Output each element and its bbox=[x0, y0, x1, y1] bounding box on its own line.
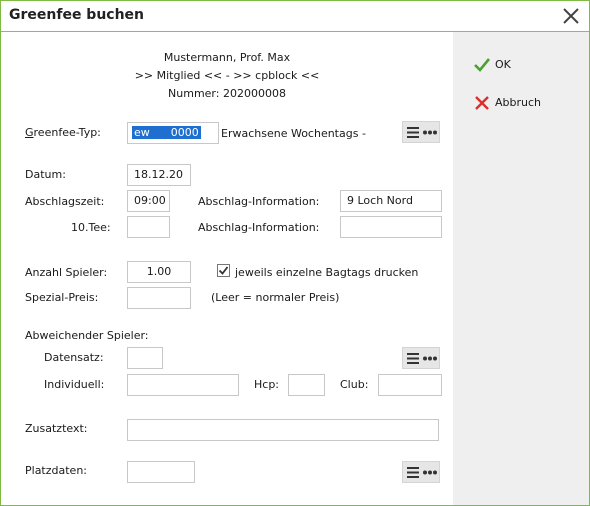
datensatz-menu-button[interactable] bbox=[402, 347, 440, 369]
abschlagszeit-input[interactable]: 09:00 bbox=[127, 190, 170, 212]
hamburger-icon bbox=[407, 353, 419, 364]
individuell-label: Individuell: bbox=[44, 378, 105, 391]
club-input[interactable] bbox=[378, 374, 442, 396]
individuell-input[interactable] bbox=[127, 374, 239, 396]
anzahl-input[interactable]: 1.00 bbox=[127, 261, 191, 283]
tee10-label: 10.Tee: bbox=[71, 221, 111, 234]
datum-input[interactable]: 18.12.20 bbox=[127, 164, 191, 186]
member-line: >> Mitglied << - >> cpblock << bbox=[134, 69, 320, 82]
hamburger-icon bbox=[407, 127, 419, 138]
greenfee-type-label-text: reenfee-Typ: bbox=[33, 126, 101, 139]
abweichender-label: Abweichender Spieler: bbox=[25, 329, 149, 342]
abschlag-info-label: Abschlag-Information: bbox=[198, 195, 320, 208]
tee10-input[interactable] bbox=[127, 216, 170, 238]
window-title: Greenfee buchen bbox=[9, 7, 145, 23]
spezial-input[interactable] bbox=[127, 287, 191, 309]
anzahl-label: Anzahl Spieler: bbox=[25, 266, 108, 279]
ok-button[interactable]: OK bbox=[473, 56, 563, 76]
hcp-input[interactable] bbox=[288, 374, 325, 396]
form-area: Mustermann, Prof. Max >> Mitglied << - >… bbox=[1, 32, 453, 505]
greenfee-type-menu-button[interactable] bbox=[402, 121, 440, 143]
platzdaten-input[interactable] bbox=[127, 461, 195, 483]
abschlag-info2-input[interactable] bbox=[340, 216, 442, 238]
checkmark-icon bbox=[218, 266, 229, 275]
ellipsis-icon bbox=[423, 356, 437, 361]
platzdaten-label: Platzdaten: bbox=[25, 464, 87, 477]
spezial-hint: (Leer = normaler Preis) bbox=[211, 291, 340, 304]
bagtags-label: jeweils einzelne Bagtags drucken bbox=[235, 266, 419, 279]
abbruch-button[interactable]: Abbruch bbox=[473, 94, 573, 114]
greenfee-type-desc: Erwachsene Wochentags - bbox=[221, 127, 366, 140]
greenfee-type-input[interactable]: ew 0000 bbox=[127, 122, 219, 144]
platzdaten-menu-button[interactable] bbox=[402, 461, 440, 483]
checkmark-icon bbox=[474, 58, 491, 72]
hcp-label: Hcp: bbox=[254, 378, 280, 391]
action-sidebar: OK Abbruch bbox=[453, 32, 589, 505]
spezial-label: Spezial-Preis: bbox=[25, 291, 99, 304]
club-label: Club: bbox=[340, 378, 369, 391]
datensatz-input[interactable] bbox=[127, 347, 163, 369]
dialog-window: Greenfee buchen Mustermann, Prof. Max >>… bbox=[0, 0, 590, 506]
hamburger-icon bbox=[407, 467, 419, 478]
datensatz-label: Datensatz: bbox=[44, 351, 104, 364]
datum-label: Datum: bbox=[25, 168, 66, 181]
member-number: Nummer: 202000008 bbox=[168, 87, 286, 100]
ellipsis-icon bbox=[423, 470, 437, 475]
greenfee-type-label: Greenfee-Typ: bbox=[25, 126, 101, 139]
ok-label: OK bbox=[495, 58, 511, 71]
player-name: Mustermann, Prof. Max bbox=[163, 51, 291, 64]
zusatztext-input[interactable] bbox=[127, 419, 439, 441]
close-icon[interactable] bbox=[561, 6, 581, 26]
greenfee-type-value: ew 0000 bbox=[132, 126, 201, 139]
abschlag-info-input[interactable]: 9 Loch Nord bbox=[340, 190, 442, 212]
abbruch-label: Abbruch bbox=[495, 96, 542, 109]
x-icon bbox=[475, 96, 489, 110]
title-bar: Greenfee buchen bbox=[1, 1, 589, 32]
abschlagszeit-label: Abschlagszeit: bbox=[25, 195, 105, 208]
zusatztext-label: Zusatztext: bbox=[25, 422, 88, 435]
bagtags-checkbox[interactable] bbox=[217, 264, 230, 277]
ellipsis-icon bbox=[423, 130, 437, 135]
abschlag-info2-label: Abschlag-Information: bbox=[198, 221, 320, 234]
